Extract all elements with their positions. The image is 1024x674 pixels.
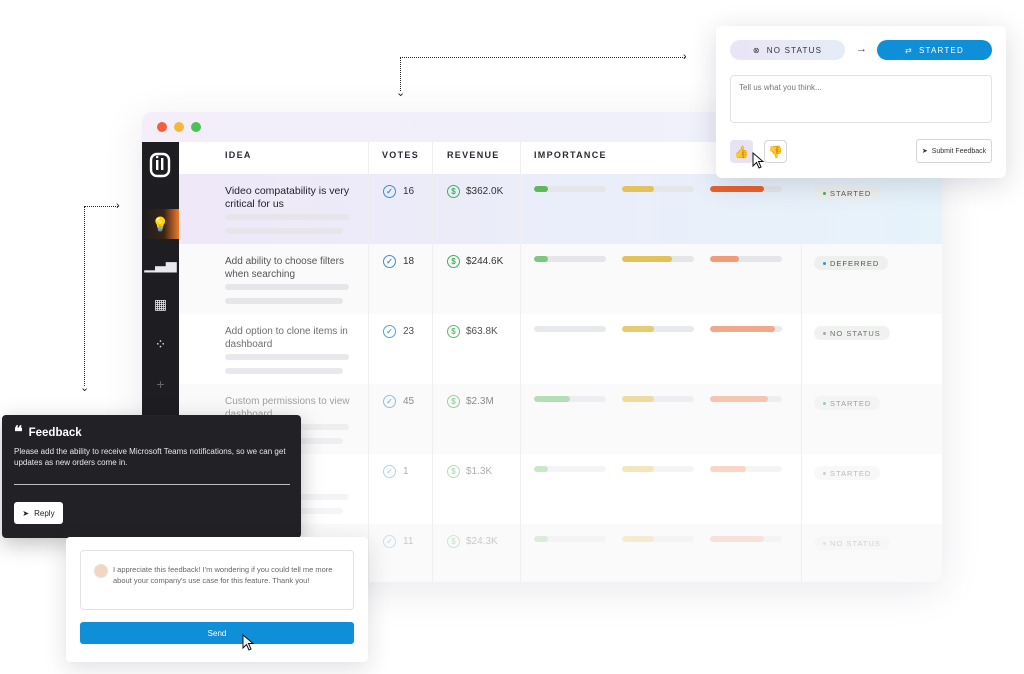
feedback-card: ❝ Feedback Please add the ability to rec… — [2, 415, 301, 538]
column-divider — [520, 142, 521, 582]
close-window-button[interactable] — [157, 122, 167, 132]
table-row[interactable] — [179, 314, 942, 384]
column-divider — [801, 142, 802, 582]
thumbs-up-button[interactable]: 👍 — [730, 140, 753, 163]
arrow-right-icon: › — [683, 51, 687, 63]
arrow-right-icon: › — [116, 200, 120, 212]
column-header-idea[interactable]: IDEA — [225, 150, 252, 160]
column-header-revenue[interactable]: REVENUE — [447, 150, 500, 160]
connector-left — [84, 206, 118, 207]
column-header-votes[interactable]: VOTES — [382, 150, 419, 160]
arrow-right-icon: → — [856, 43, 867, 55]
divider — [14, 484, 290, 485]
plus-icon: + — [156, 376, 165, 392]
reply-label: Reply — [34, 508, 55, 518]
sidebar-item-loading[interactable]: ⁘ — [142, 329, 179, 359]
minimize-window-button[interactable] — [174, 122, 184, 132]
sidebar-item-ideas[interactable]: 💡 — [142, 209, 179, 239]
send-icon: ➤ — [22, 508, 30, 518]
status-from-pill[interactable]: ⊗ NO STATUS — [730, 40, 845, 60]
reply-button[interactable]: ➤ Reply — [14, 502, 63, 524]
swap-icon: ⇄ — [905, 45, 913, 55]
avatar — [94, 564, 108, 578]
circle-x-icon: ⊗ — [752, 45, 761, 55]
spinner-icon: ⁘ — [154, 335, 167, 352]
send-button[interactable]: Send — [80, 622, 354, 644]
sidebar-add-button[interactable]: + — [142, 369, 179, 399]
bar-chart-icon: ▁▃▅ — [144, 255, 177, 272]
arrow-down-icon: ⌄ — [80, 382, 90, 394]
table-row[interactable] — [179, 174, 942, 244]
send-icon: ➤ — [921, 148, 928, 155]
maximize-window-button[interactable] — [191, 122, 201, 132]
app-logo-icon — [149, 152, 171, 178]
lightbulb-icon: 💡 — [151, 215, 170, 232]
quote-icon: ❝ — [14, 424, 23, 441]
mouse-cursor-icon — [242, 634, 255, 651]
connector-top — [400, 57, 685, 58]
column-divider — [432, 142, 433, 582]
feedback-title: ❝ Feedback — [14, 424, 82, 441]
column-divider — [368, 142, 369, 582]
table-row[interactable] — [179, 244, 942, 314]
feedback-body: Please add the ability to receive Micros… — [14, 447, 286, 467]
connector-left-vertical — [84, 206, 85, 386]
submit-feedback-button[interactable]: ➤ Submit Feedback — [916, 139, 992, 163]
status-from-label: NO STATUS — [766, 45, 823, 55]
status-to-label: STARTED — [918, 45, 964, 55]
sidebar-item-analytics[interactable]: ▁▃▅ — [142, 249, 179, 279]
board-icon: ▦ — [153, 295, 168, 312]
reply-card: I appreciate this feedback! I'm wonderin… — [66, 537, 368, 662]
submit-feedback-label: Submit Feedback — [931, 147, 987, 155]
reply-message: I appreciate this feedback! I'm wonderin… — [113, 565, 333, 585]
thumbs-down-button[interactable]: 👎 — [764, 140, 787, 163]
send-label: Send — [207, 628, 227, 638]
status-popup: ⊗ NO STATUS → ⇄ STARTED 👍 👎 ➤ Submit Fee… — [716, 26, 1006, 178]
arrow-down-icon: ⌄ — [396, 87, 406, 99]
connector-top-vertical — [400, 57, 401, 91]
mouse-cursor-icon — [752, 152, 765, 169]
sidebar-item-board[interactable]: ▦ — [142, 289, 179, 319]
feedback-textarea[interactable] — [730, 75, 992, 123]
thumbs-down-icon: 👎 — [768, 144, 783, 159]
column-header-importance[interactable]: IMPORTANCE — [534, 150, 607, 160]
feedback-title-text: Feedback — [28, 427, 82, 439]
status-to-pill[interactable]: ⇄ STARTED — [877, 40, 992, 60]
thumbs-up-icon: 👍 — [734, 144, 749, 159]
